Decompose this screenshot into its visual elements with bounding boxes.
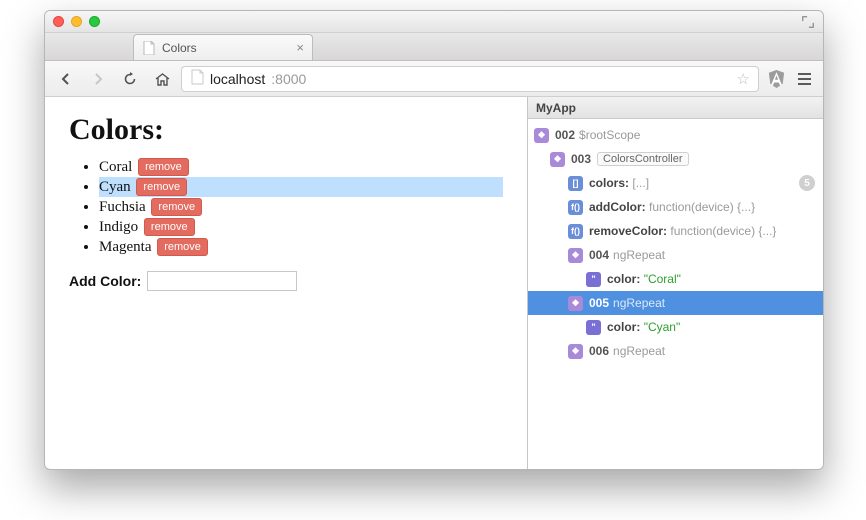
color-name: Fuchsia	[99, 199, 146, 215]
tree-row-color-var[interactable]: " color: "Cyan"	[528, 315, 823, 339]
array-icon: []	[568, 176, 583, 191]
remove-button[interactable]: remove	[151, 198, 202, 216]
devtools-panel: MyApp ❖ 002 $rootScope ❖ 003 ColorsContr…	[527, 97, 823, 469]
prop-key: removeColor:	[589, 224, 667, 238]
reload-button[interactable]	[117, 67, 143, 91]
list-item: Cyan remove	[99, 177, 503, 197]
add-color-input[interactable]	[147, 271, 297, 291]
color-name: Magenta	[99, 239, 151, 255]
site-info-icon[interactable]	[190, 69, 204, 88]
content-area: Colors: Coral remove Cyan remove Fuchsia…	[45, 97, 823, 469]
zoom-window-icon[interactable]	[89, 16, 100, 27]
tree-row-prop-addcolor[interactable]: f() addColor: function(device) {...}	[528, 195, 823, 219]
scope-icon: ❖	[568, 296, 583, 311]
list-item: Fuchsia remove	[99, 197, 503, 217]
prop-val: function(device) {...}	[649, 200, 755, 214]
prop-key: color:	[607, 272, 640, 286]
list-item: Magenta remove	[99, 237, 503, 257]
menu-icon[interactable]	[793, 68, 815, 90]
add-color-label: Add Color:	[69, 273, 141, 289]
remove-button[interactable]: remove	[144, 218, 195, 236]
color-name: Cyan	[99, 179, 131, 195]
devtools-header: MyApp	[528, 97, 823, 119]
tree-row-prop-removecolor[interactable]: f() removeColor: function(device) {...}	[528, 219, 823, 243]
prop-key: color:	[607, 320, 640, 334]
page-icon	[142, 41, 156, 55]
scope-label: ngRepeat	[613, 248, 665, 262]
variable-icon: "	[586, 272, 601, 287]
app-name: MyApp	[536, 101, 576, 115]
count-badge: 5	[799, 175, 815, 191]
home-button[interactable]	[149, 67, 175, 91]
scope-id: 003	[571, 152, 591, 166]
color-list: Coral remove Cyan remove Fuchsia remove …	[99, 157, 503, 257]
list-item: Indigo remove	[99, 217, 503, 237]
tree-row-rootscope[interactable]: ❖ 002 $rootScope	[528, 123, 823, 147]
url-host: localhost	[210, 71, 265, 87]
add-color-row: Add Color:	[69, 271, 503, 291]
tree-row-ngrepeat[interactable]: ❖ 005 ngRepeat	[528, 291, 823, 315]
minimize-window-icon[interactable]	[71, 16, 82, 27]
page-heading: Colors:	[69, 113, 503, 147]
scope-id: 005	[589, 296, 609, 310]
tab-title: Colors	[162, 41, 197, 55]
remove-button[interactable]: remove	[136, 178, 187, 196]
page: Colors: Coral remove Cyan remove Fuchsia…	[45, 97, 527, 469]
prop-key: addColor:	[589, 200, 646, 214]
color-name: Coral	[99, 159, 132, 175]
scope-id: 006	[589, 344, 609, 358]
scope-tree: ❖ 002 $rootScope ❖ 003 ColorsController …	[528, 119, 823, 367]
list-item: Coral remove	[99, 157, 503, 177]
remove-button[interactable]: remove	[138, 158, 189, 176]
prop-val: "Coral"	[644, 272, 681, 286]
tab-close-icon[interactable]: ×	[296, 40, 304, 55]
prop-key: colors:	[589, 176, 629, 190]
titlebar	[45, 11, 823, 33]
function-icon: f()	[568, 224, 583, 239]
browser-window: Colors × localhost :8000 ☆	[44, 10, 824, 470]
forward-button[interactable]	[85, 67, 111, 91]
function-icon: f()	[568, 200, 583, 215]
scope-icon: ❖	[568, 344, 583, 359]
scope-id: 002	[555, 128, 575, 142]
tree-row-controller[interactable]: ❖ 003 ColorsController	[528, 147, 823, 171]
scope-icon: ❖	[550, 152, 565, 167]
controller-name: ColorsController	[597, 152, 688, 166]
url-port: :8000	[271, 71, 306, 87]
window-controls	[53, 16, 100, 27]
scope-label: $rootScope	[579, 128, 640, 142]
scope-icon: ❖	[534, 128, 549, 143]
tree-row-ngrepeat[interactable]: ❖ 006 ngRepeat	[528, 339, 823, 363]
tab-colors[interactable]: Colors ×	[133, 34, 313, 60]
tree-row-prop-colors[interactable]: [] colors: [...] 5	[528, 171, 823, 195]
scope-label: ngRepeat	[613, 296, 665, 310]
address-bar[interactable]: localhost :8000 ☆	[181, 66, 759, 92]
prop-val: [...]	[632, 176, 649, 190]
prop-val: "Cyan"	[644, 320, 681, 334]
back-button[interactable]	[53, 67, 79, 91]
color-name: Indigo	[99, 219, 138, 235]
scope-label: ngRepeat	[613, 344, 665, 358]
toolbar: localhost :8000 ☆	[45, 61, 823, 97]
scope-icon: ❖	[568, 248, 583, 263]
fullscreen-icon[interactable]	[801, 15, 815, 29]
remove-button[interactable]: remove	[157, 238, 208, 256]
tree-row-color-var[interactable]: " color: "Coral"	[528, 267, 823, 291]
bookmark-icon[interactable]: ☆	[737, 70, 750, 88]
tree-row-ngrepeat[interactable]: ❖ 004 ngRepeat	[528, 243, 823, 267]
scope-id: 004	[589, 248, 609, 262]
tab-strip: Colors ×	[45, 33, 823, 61]
variable-icon: "	[586, 320, 601, 335]
close-window-icon[interactable]	[53, 16, 64, 27]
prop-val: function(device) {...}	[670, 224, 776, 238]
angular-extension-icon[interactable]	[765, 68, 787, 90]
